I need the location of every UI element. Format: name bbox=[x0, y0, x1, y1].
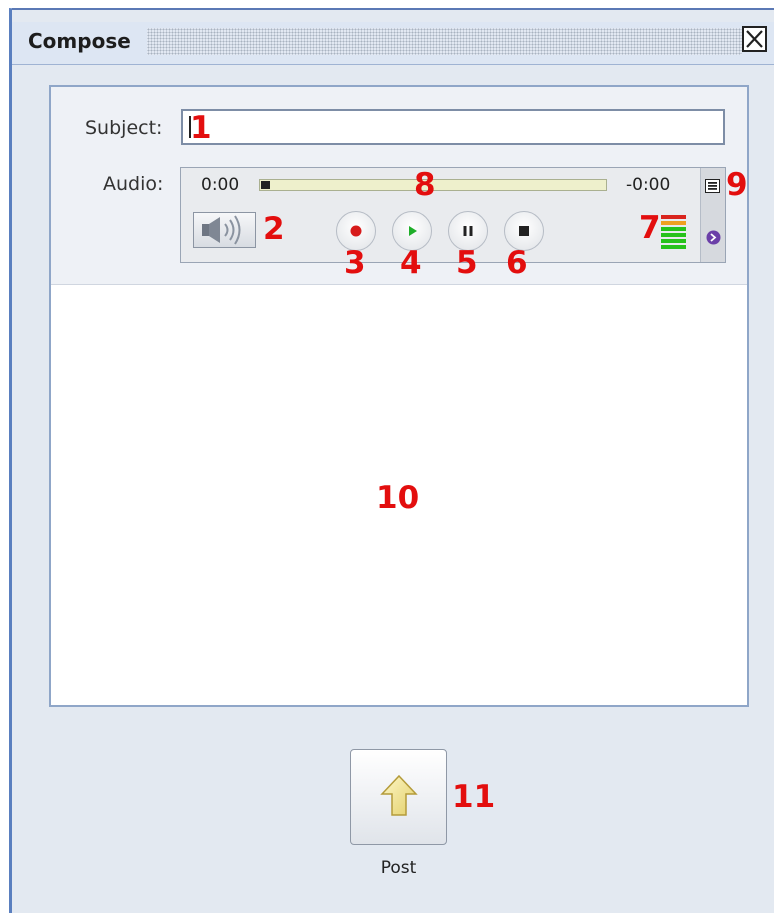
marker-7: 7 bbox=[639, 210, 661, 246]
compose-header: Subject: 1 Audio: 0:00 -0:00 2 3 4 5 6 7… bbox=[51, 87, 748, 285]
stop-icon bbox=[519, 226, 529, 236]
audio-side-panel bbox=[700, 168, 725, 262]
title-bar[interactable]: Compose bbox=[12, 22, 774, 65]
remaining-time: -0:00 bbox=[626, 175, 671, 195]
level-bar-green-4 bbox=[661, 245, 686, 249]
marker-5: 5 bbox=[456, 245, 478, 281]
record-icon bbox=[350, 225, 362, 237]
level-bar-red bbox=[661, 215, 686, 219]
window-top-border bbox=[12, 8, 774, 10]
marker-6: 6 bbox=[506, 245, 528, 281]
menu-icon[interactable] bbox=[705, 179, 720, 193]
marker-1: 1 bbox=[190, 110, 212, 146]
marker-10: 10 bbox=[376, 480, 420, 516]
up-arrow-icon bbox=[380, 774, 418, 816]
marker-11: 11 bbox=[452, 779, 496, 815]
level-bar-green-2 bbox=[661, 233, 686, 237]
window-title: Compose bbox=[28, 29, 131, 53]
marker-2: 2 bbox=[263, 211, 285, 247]
audio-label: Audio: bbox=[103, 173, 164, 195]
level-bar-green-1 bbox=[661, 227, 686, 231]
subject-label: Subject: bbox=[85, 117, 163, 139]
level-bar-green-3 bbox=[661, 239, 686, 243]
progress-knob[interactable] bbox=[261, 181, 270, 189]
post-button[interactable] bbox=[350, 749, 447, 845]
level-bar-orange bbox=[661, 221, 686, 225]
volume-button[interactable] bbox=[193, 212, 256, 248]
subject-input[interactable] bbox=[181, 109, 725, 145]
marker-3: 3 bbox=[344, 245, 366, 281]
close-icon[interactable] bbox=[742, 26, 767, 52]
marker-8: 8 bbox=[414, 167, 436, 203]
marker-4: 4 bbox=[400, 245, 422, 281]
collapse-icon[interactable] bbox=[706, 230, 721, 245]
elapsed-time: 0:00 bbox=[201, 175, 240, 195]
level-meter bbox=[661, 215, 686, 251]
compose-panel: Subject: 1 Audio: 0:00 -0:00 2 3 4 5 6 7… bbox=[49, 85, 749, 707]
marker-9: 9 bbox=[726, 167, 748, 203]
pause-icon bbox=[463, 226, 473, 236]
title-bar-grip[interactable] bbox=[147, 28, 742, 55]
play-icon bbox=[409, 226, 417, 236]
speaker-icon bbox=[202, 215, 241, 245]
post-label: Post bbox=[380, 858, 417, 878]
